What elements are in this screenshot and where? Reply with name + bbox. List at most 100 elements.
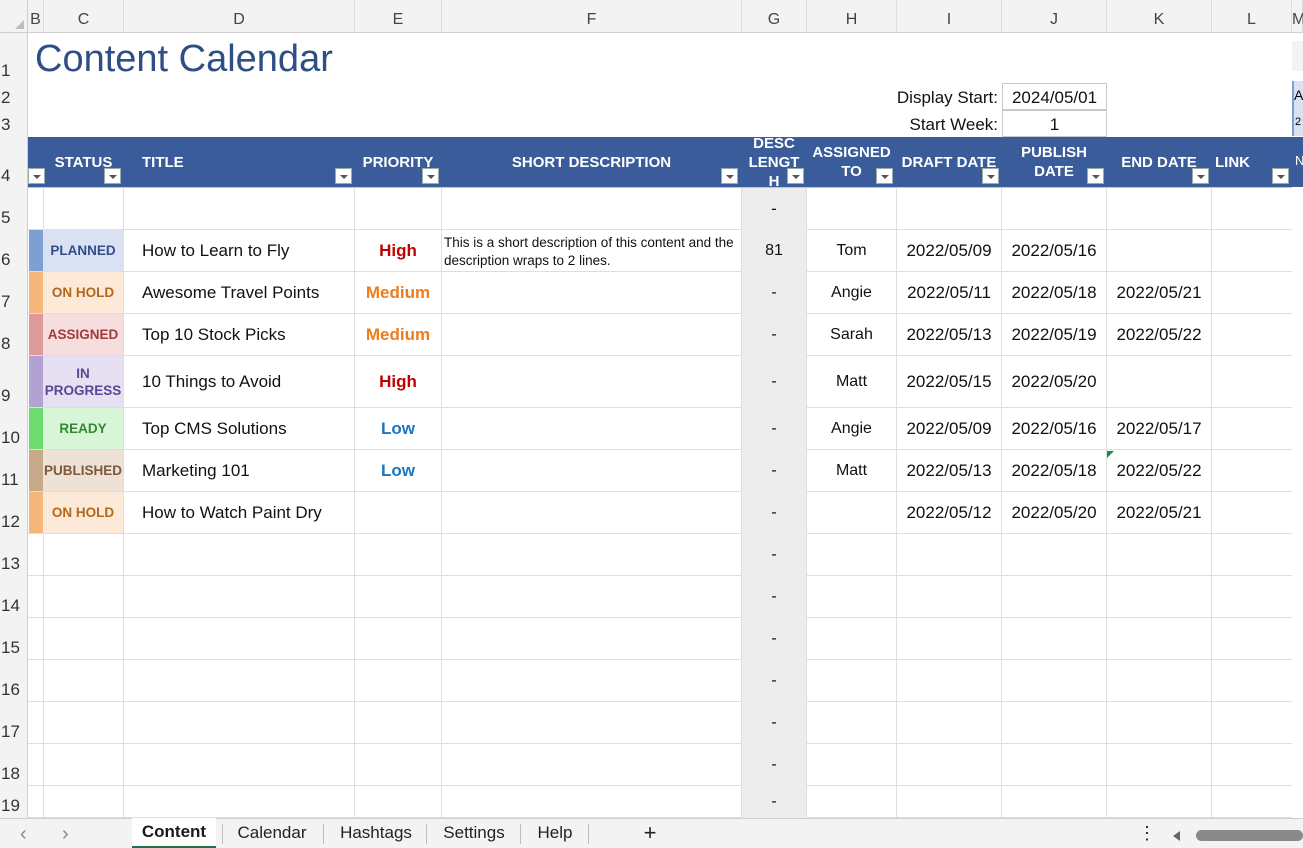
filter-dropdown-status[interactable]: [104, 168, 121, 184]
column-header-f[interactable]: F: [442, 0, 742, 33]
horizontal-scrollbar[interactable]: [1196, 830, 1303, 841]
row-header-16[interactable]: 16: [0, 660, 28, 702]
status-badge[interactable]: ASSIGNED: [43, 314, 123, 355]
publish-date-cell[interactable]: 2022/05/18: [1002, 272, 1106, 313]
filter-dropdown-desc-length[interactable]: [787, 168, 804, 184]
desc-length-cell[interactable]: -: [742, 576, 806, 617]
priority-cell[interactable]: Medium: [355, 314, 441, 355]
filter-dropdown-priority[interactable]: [422, 168, 439, 184]
filter-dropdown-publish-date[interactable]: [1087, 168, 1104, 184]
chevron-right-icon[interactable]: ›: [62, 823, 69, 846]
column-header-l[interactable]: L: [1212, 0, 1292, 33]
priority-cell[interactable]: Low: [355, 408, 441, 449]
column-header-k[interactable]: K: [1107, 0, 1212, 33]
status-badge[interactable]: ON HOLD: [43, 492, 123, 533]
row-header-15[interactable]: 15: [0, 618, 28, 660]
start-week-input[interactable]: 1: [1002, 110, 1107, 137]
publish-date-cell[interactable]: 2022/05/20: [1002, 356, 1106, 407]
tab-content[interactable]: Content: [132, 818, 216, 848]
filter-dropdown-draft-date[interactable]: [982, 168, 999, 184]
scroll-left-icon[interactable]: [1173, 831, 1180, 841]
select-all-corner[interactable]: [0, 0, 28, 33]
publish-date-cell[interactable]: 2022/05/20: [1002, 492, 1106, 533]
status-badge[interactable]: IN PROGRESS: [43, 356, 123, 407]
desc-length-cell[interactable]: -: [742, 744, 806, 785]
column-header-j[interactable]: J: [1002, 0, 1107, 33]
column-header-b[interactable]: B: [28, 0, 44, 33]
row-header-3[interactable]: 3: [0, 110, 28, 137]
draft-date-cell[interactable]: 2022/05/13: [897, 314, 1001, 355]
title-cell[interactable]: Top 10 Stock Picks: [142, 314, 352, 355]
short-description-cell[interactable]: This is a short description of this cont…: [444, 234, 740, 270]
more-options-icon[interactable]: ⋮: [1137, 818, 1157, 848]
draft-date-cell[interactable]: 2022/05/13: [897, 450, 1001, 491]
assigned-to-cell[interactable]: Angie: [807, 272, 896, 313]
display-start-input[interactable]: 2024/05/01: [1002, 83, 1107, 110]
status-badge[interactable]: ON HOLD: [43, 272, 123, 313]
priority-cell[interactable]: High: [355, 230, 441, 271]
filter-dropdown-title[interactable]: [335, 168, 352, 184]
desc-length-cell[interactable]: -: [742, 450, 806, 491]
status-badge[interactable]: PUBLISHED: [43, 450, 123, 491]
desc-length-cell[interactable]: -: [742, 408, 806, 449]
desc-length-cell[interactable]: -: [742, 618, 806, 659]
draft-date-cell[interactable]: 2022/05/15: [897, 356, 1001, 407]
column-header-c[interactable]: C: [44, 0, 124, 33]
column-header-d[interactable]: D: [124, 0, 355, 33]
end-date-cell[interactable]: [1107, 230, 1211, 271]
assigned-to-cell[interactable]: Matt: [807, 450, 896, 491]
tab-hashtags[interactable]: Hashtags: [325, 818, 427, 848]
priority-cell[interactable]: [355, 492, 441, 533]
desc-length-cell[interactable]: -: [742, 702, 806, 743]
desc-length-row5[interactable]: -: [742, 188, 806, 230]
filter-dropdown-link[interactable]: [1272, 168, 1289, 184]
filter-dropdown-assigned-to[interactable]: [876, 168, 893, 184]
title-cell[interactable]: 10 Things to Avoid: [142, 356, 352, 407]
desc-length-cell[interactable]: -: [742, 660, 806, 701]
column-header-i[interactable]: I: [897, 0, 1002, 33]
assigned-to-cell[interactable]: Matt: [807, 356, 896, 407]
end-date-cell[interactable]: 2022/05/21: [1107, 492, 1211, 533]
row-header-5[interactable]: 5: [0, 188, 28, 230]
publish-date-cell[interactable]: 2022/05/18: [1002, 450, 1106, 491]
end-date-cell[interactable]: 2022/05/17: [1107, 408, 1211, 449]
assigned-to-cell[interactable]: Tom: [807, 230, 896, 271]
status-badge[interactable]: PLANNED: [43, 230, 123, 271]
desc-length-cell[interactable]: -: [742, 534, 806, 575]
end-date-cell[interactable]: [1107, 356, 1211, 407]
desc-length-cell[interactable]: -: [742, 786, 806, 817]
priority-cell[interactable]: High: [355, 356, 441, 407]
tab-help[interactable]: Help: [522, 818, 588, 848]
publish-date-cell[interactable]: 2022/05/16: [1002, 230, 1106, 271]
end-date-cell[interactable]: 2022/05/22: [1107, 450, 1211, 491]
desc-length-cell[interactable]: -: [742, 356, 806, 407]
assigned-to-cell[interactable]: Angie: [807, 408, 896, 449]
row-header-17[interactable]: 17: [0, 702, 28, 744]
row-header-4[interactable]: 4: [0, 137, 28, 188]
publish-date-cell[interactable]: 2022/05/16: [1002, 408, 1106, 449]
column-header-e[interactable]: E: [355, 0, 442, 33]
row-header-14[interactable]: 14: [0, 576, 28, 618]
desc-length-cell[interactable]: -: [742, 272, 806, 313]
assigned-to-cell[interactable]: Sarah: [807, 314, 896, 355]
title-cell[interactable]: Top CMS Solutions: [142, 408, 352, 449]
title-cell[interactable]: Awesome Travel Points: [142, 272, 352, 313]
draft-date-cell[interactable]: 2022/05/09: [897, 230, 1001, 271]
tab-calendar[interactable]: Calendar: [224, 818, 320, 848]
title-cell[interactable]: How to Learn to Fly: [142, 230, 352, 271]
row-header-2[interactable]: 2: [0, 83, 28, 110]
assigned-to-cell[interactable]: [807, 492, 896, 533]
end-date-cell[interactable]: 2022/05/21: [1107, 272, 1211, 313]
draft-date-cell[interactable]: 2022/05/12: [897, 492, 1001, 533]
status-badge[interactable]: READY: [43, 408, 123, 449]
draft-date-cell[interactable]: 2022/05/09: [897, 408, 1001, 449]
filter-dropdown-end-date[interactable]: [1192, 168, 1209, 184]
filter-dropdown-short-description[interactable]: [721, 168, 738, 184]
desc-length-cell[interactable]: 81: [742, 230, 806, 271]
chevron-left-icon[interactable]: ‹: [20, 823, 27, 846]
desc-length-cell[interactable]: -: [742, 314, 806, 355]
tab-settings[interactable]: Settings: [428, 818, 520, 848]
end-date-cell[interactable]: 2022/05/22: [1107, 314, 1211, 355]
desc-length-cell[interactable]: -: [742, 492, 806, 533]
priority-cell[interactable]: Low: [355, 450, 441, 491]
